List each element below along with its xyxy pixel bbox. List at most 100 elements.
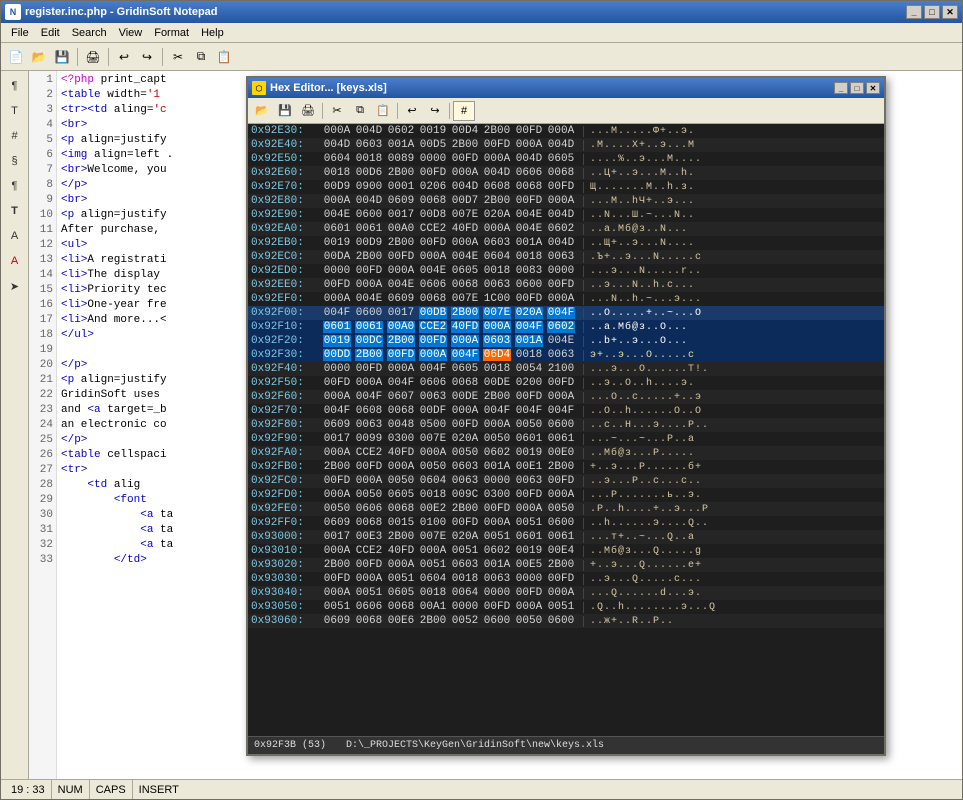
maximize-button[interactable]: □ — [924, 5, 940, 19]
undo-button[interactable]: ↩ — [113, 46, 135, 68]
app-icon: N — [5, 4, 21, 20]
menu-search[interactable]: Search — [66, 25, 113, 41]
close-button[interactable]: ✕ — [942, 5, 958, 19]
hex-row-11: 0x92EE0: 00FD000A004E060600680063060000F… — [248, 278, 884, 292]
hex-row-4: 0x92E70: 00D9090000010206004D0608006800F… — [248, 180, 884, 194]
status-num: NUM — [52, 780, 90, 799]
hex-status-bar: 0x92F3B (53) D:\_PROJECTS\KeyGen\GridinS… — [248, 736, 884, 754]
hex-row-25: 0x92FC0: 00FD000A0050060400630000006300F… — [248, 474, 884, 488]
menu-help[interactable]: Help — [195, 25, 230, 41]
main-window: N register.inc.php - GridinSoft Notepad … — [0, 0, 963, 800]
hex-row-10: 0x92ED0: 000000FD000A004E060500180083000… — [248, 264, 884, 278]
hex-status-addr: 0x92F3B (53) — [254, 740, 326, 751]
hex-row-6: 0x92E90: 004E0600001700D8007E020A004E004… — [248, 208, 884, 222]
copy-button[interactable]: ⧉ — [190, 46, 212, 68]
minimize-button[interactable]: _ — [906, 5, 922, 19]
hex-close-button[interactable]: ✕ — [866, 82, 880, 94]
hex-row-21: 0x92F80: 060900630048050000FD000A0050060… — [248, 418, 884, 432]
hex-toolbar: 📂 💾 🖨 ✂ ⧉ 📋 ↩ ↪ # — [248, 98, 884, 124]
cut-button[interactable]: ✂ — [167, 46, 189, 68]
hex-rows[interactable]: 0x92E30: 000A004D0602001900D42B0000FD000… — [248, 124, 884, 736]
hex-title: Hex Editor... [keys.xls] — [270, 82, 834, 94]
hex-row-28: 0x92FF0: 060900680015010000FD000A0051060… — [248, 516, 884, 530]
main-title-bar: N register.inc.php - GridinSoft Notepad … — [1, 1, 962, 23]
hex-row-34: 0x93050: 00510606006800A1000000FD000A005… — [248, 600, 884, 614]
hex-row-24: 0x92FB0: 2B0000FD000A00500603001A00E12B0… — [248, 460, 884, 474]
hex-print-button[interactable]: 🖨 — [297, 101, 319, 121]
menu-format[interactable]: Format — [148, 25, 195, 41]
main-title: register.inc.php - GridinSoft Notepad — [25, 6, 906, 18]
content-area: ¶ T # § ¶ T A A ➤ 1 2 3 4 5 6 7 8 — [1, 71, 962, 779]
hex-row-33: 0x93040: 000A0051060500180064000000FD000… — [248, 586, 884, 600]
hex-title-bar: ⬡ Hex Editor... [keys.xls] _ □ ✕ — [248, 78, 884, 98]
sidebar-para-icon[interactable]: ¶ — [4, 75, 26, 97]
hex-row-16: 0x92F30: 00DD2B0000FD000A004F06D40018006… — [248, 348, 884, 362]
hex-row-19: 0x92F60: 000A004F0607006300DE2B0000FD000… — [248, 390, 884, 404]
line-numbers: 1 2 3 4 5 6 7 8 9 10 11 12 13 14 15 16 1 — [29, 71, 57, 779]
hex-editor-icon: ⬡ — [252, 81, 266, 95]
menu-bar: File Edit Search View Format Help — [1, 23, 962, 43]
paste-button[interactable]: 📋 — [213, 46, 235, 68]
hex-maximize-button[interactable]: □ — [850, 82, 864, 94]
hex-row-2: 0x92E50: 060400180089000000FD000A004D060… — [248, 152, 884, 166]
sidebar-a2-icon[interactable]: A — [4, 250, 26, 272]
hex-row-18: 0x92F50: 00FD000A004F0606006800DE020000F… — [248, 376, 884, 390]
hex-row-31: 0x93020: 2B0000FD000A00510603001A00E52B0… — [248, 558, 884, 572]
left-sidebar: ¶ T # § ¶ T A A ➤ — [1, 71, 29, 779]
toolbar-sep-2 — [108, 48, 109, 66]
sidebar-section-icon[interactable]: § — [4, 150, 26, 172]
sidebar-hash-icon[interactable]: # — [4, 125, 26, 147]
sidebar-para2-icon[interactable]: ¶ — [4, 175, 26, 197]
hex-row-14: 0x92F10: 0601006100A0CCE240FD000A004F060… — [248, 320, 884, 334]
hex-undo-button[interactable]: ↩ — [401, 101, 423, 121]
sidebar-t2-icon[interactable]: T — [4, 200, 26, 222]
redo-button[interactable]: ↪ — [136, 46, 158, 68]
hex-row-27: 0x92FE0: 00500606006800E22B0000FD000A005… — [248, 502, 884, 516]
new-button[interactable]: 📄 — [5, 46, 27, 68]
hex-paste-button[interactable]: 📋 — [372, 101, 394, 121]
hex-save-button[interactable]: 💾 — [274, 101, 296, 121]
status-insert: INSERT — [133, 780, 185, 799]
toolbar-sep-1 — [77, 48, 78, 66]
hex-row-8: 0x92EB0: 001900D92B0000FD000A0603001A004… — [248, 236, 884, 250]
hex-row-20: 0x92F70: 004F0608006800DF000A004F004F004… — [248, 404, 884, 418]
hex-row-26: 0x92FD0: 000A005006050018009C030000FD000… — [248, 488, 884, 502]
sidebar-text-icon[interactable]: T — [4, 100, 26, 122]
hex-row-32: 0x93030: 00FD000A0051060400180063000000F… — [248, 572, 884, 586]
hex-hash-button[interactable]: # — [453, 101, 475, 121]
print-button[interactable]: 🖨 — [82, 46, 104, 68]
hex-editor-window: ⬡ Hex Editor... [keys.xls] _ □ ✕ 📂 💾 🖨 ✂… — [246, 76, 886, 756]
hex-minimize-button[interactable]: _ — [834, 82, 848, 94]
sidebar-arrow-icon[interactable]: ➤ — [4, 275, 26, 297]
menu-edit[interactable]: Edit — [35, 25, 66, 41]
toolbar-sep-3 — [162, 48, 163, 66]
hex-row-29: 0x93000: 001700E32B00007E020A00510601006… — [248, 530, 884, 544]
hex-row-17: 0x92F40: 000000FD000A004F060500180054210… — [248, 362, 884, 376]
hex-row-5: 0x92E80: 000A004D0609006800D72B0000FD000… — [248, 194, 884, 208]
window-controls: _ □ ✕ — [906, 5, 958, 19]
hex-row-0: 0x92E30: 000A004D0602001900D42B0000FD000… — [248, 124, 884, 138]
hex-open-button[interactable]: 📂 — [251, 101, 273, 121]
sidebar-a1-icon[interactable]: A — [4, 225, 26, 247]
open-button[interactable]: 📂 — [28, 46, 50, 68]
status-bar: 19 : 33 NUM CAPS INSERT — [1, 779, 962, 799]
hex-cut-button[interactable]: ✂ — [326, 101, 348, 121]
hex-status-path: D:\_PROJECTS\KeyGen\GridinSoft\new\keys.… — [346, 740, 604, 751]
hex-row-3: 0x92E60: 001800D62B0000FD000A004D0606006… — [248, 166, 884, 180]
hex-redo-button[interactable]: ↪ — [424, 101, 446, 121]
hex-row-9: 0x92EC0: 00DA2B0000FD000A004E06040018006… — [248, 250, 884, 264]
main-toolbar: 📄 📂 💾 🖨 ↩ ↪ ✂ ⧉ 📋 — [1, 43, 962, 71]
hex-row-30: 0x93010: 000ACCE240FD000A00510602001900E… — [248, 544, 884, 558]
menu-view[interactable]: View — [113, 25, 149, 41]
hex-row-7: 0x92EA0: 0601006100A0CCE240FD000A004E060… — [248, 222, 884, 236]
status-time: 19 : 33 — [5, 780, 52, 799]
hex-row-13: 0x92F00: 004F0600001700DB2B00007E020A004… — [248, 306, 884, 320]
hex-content[interactable]: 0x92E30: 000A004D0602001900D42B0000FD000… — [248, 124, 884, 736]
hex-row-1: 0x92E40: 004D0603001A00D52B0000FD000A004… — [248, 138, 884, 152]
menu-file[interactable]: File — [5, 25, 35, 41]
hex-row-22: 0x92F90: 001700990300007E020A00500601006… — [248, 432, 884, 446]
hex-row-12: 0x92EF0: 000A004E06090068007E1C0000FD000… — [248, 292, 884, 306]
hex-copy-button[interactable]: ⧉ — [349, 101, 371, 121]
save-button[interactable]: 💾 — [51, 46, 73, 68]
hex-row-15: 0x92F20: 001900DC2B0000FD000A0603001A004… — [248, 334, 884, 348]
